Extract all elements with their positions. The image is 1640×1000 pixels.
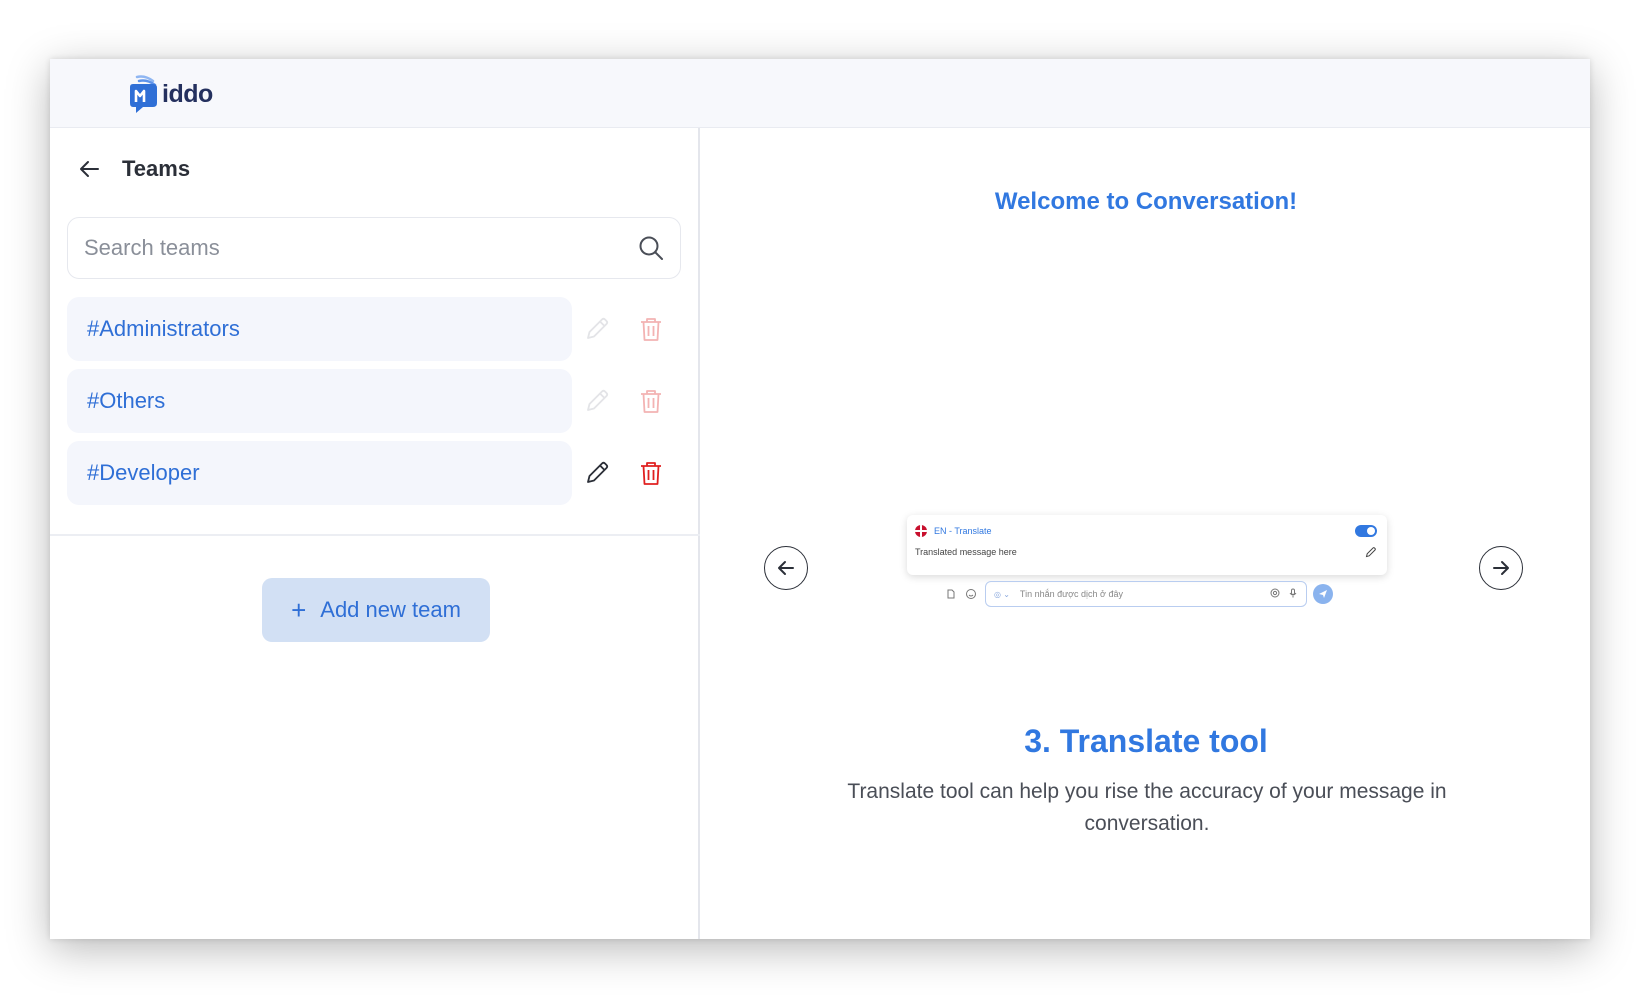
emoji-icon	[966, 589, 976, 599]
slide-description: Translate tool can help you rise the acc…	[847, 780, 1447, 835]
plus-icon: +	[291, 595, 307, 625]
team-item-developer[interactable]: #Developer	[67, 441, 572, 505]
team-item-administrators[interactable]: #Administrators	[67, 297, 572, 361]
logo[interactable]: iddo	[127, 71, 213, 117]
teams-panel: Teams #Administrators	[50, 128, 700, 939]
preview-lang-text: EN - Translate	[934, 526, 992, 536]
add-new-team-button[interactable]: + Add new team	[262, 578, 490, 642]
translate-preview-illustration: EN - Translate Translated message here ◎…	[907, 515, 1387, 625]
arrow-right-icon	[1493, 561, 1509, 575]
translate-preview-card: EN - Translate Translated message here	[907, 515, 1387, 575]
search-icon[interactable]	[638, 235, 664, 261]
back-button[interactable]	[76, 156, 102, 182]
team-row: #Administrators	[67, 297, 681, 361]
preview-translated-text: Translated message here	[915, 547, 1017, 557]
pencil-icon	[587, 317, 609, 339]
mention-icon	[1270, 588, 1280, 598]
divider	[50, 534, 700, 536]
pencil-icon	[1365, 547, 1376, 558]
preview-message-input: ◎ ⌄ Tin nhắn được dịch ở đây	[985, 581, 1307, 607]
logo-mark-icon	[130, 75, 157, 113]
search-input[interactable]	[84, 218, 624, 278]
arrow-left-icon	[80, 161, 99, 177]
team-name: #Others	[87, 388, 166, 413]
preview-language-label: EN - Translate	[915, 525, 992, 537]
team-name: #Administrators	[87, 316, 240, 341]
welcome-heading: Welcome to Conversation!	[994, 188, 1298, 215]
add-new-team-label: Add new team	[320, 597, 461, 622]
edit-team-button[interactable]	[581, 457, 613, 489]
preview-input-row: ◎ ⌄ Tin nhắn được dịch ở đây	[945, 579, 1345, 609]
delete-team-button[interactable]	[635, 313, 667, 345]
next-slide-button[interactable]	[1479, 546, 1523, 590]
preview-input-placeholder: Tin nhắn được dịch ở đây	[1019, 589, 1123, 599]
arrow-left-icon	[778, 561, 794, 575]
team-row: #Others	[67, 369, 681, 433]
trash-icon	[641, 462, 661, 485]
preview-input-actions	[1270, 588, 1298, 598]
uk-flag-icon	[915, 525, 927, 537]
delete-team-button[interactable]	[635, 457, 667, 489]
app-window: iddo Teams #Administrators	[50, 59, 1590, 939]
microphone-icon	[1289, 588, 1297, 598]
page-title: Teams	[122, 156, 191, 181]
globe-icon: ◎ ⌄	[994, 589, 1010, 599]
edit-team-button[interactable]	[581, 313, 613, 345]
trash-icon	[641, 318, 661, 341]
translate-toggle	[1355, 525, 1377, 537]
logo-text: iddo	[162, 79, 213, 108]
send-icon	[1313, 584, 1333, 604]
teams-header: Teams	[76, 149, 190, 189]
attachment-icon	[947, 589, 955, 599]
trash-icon	[641, 390, 661, 413]
delete-team-button[interactable]	[635, 385, 667, 417]
team-name: #Developer	[87, 460, 200, 485]
onboarding-panel: Welcome to Conversation! EN - Translate …	[702, 128, 1590, 939]
search-box	[67, 217, 681, 279]
pencil-icon	[587, 461, 609, 483]
team-row: #Developer	[67, 441, 681, 505]
pencil-icon	[587, 389, 609, 411]
previous-slide-button[interactable]	[764, 546, 808, 590]
team-item-others[interactable]: #Others	[67, 369, 572, 433]
top-bar: iddo	[50, 59, 1590, 128]
slide-title: 3. Translate tool	[1024, 723, 1268, 759]
edit-team-button[interactable]	[581, 385, 613, 417]
